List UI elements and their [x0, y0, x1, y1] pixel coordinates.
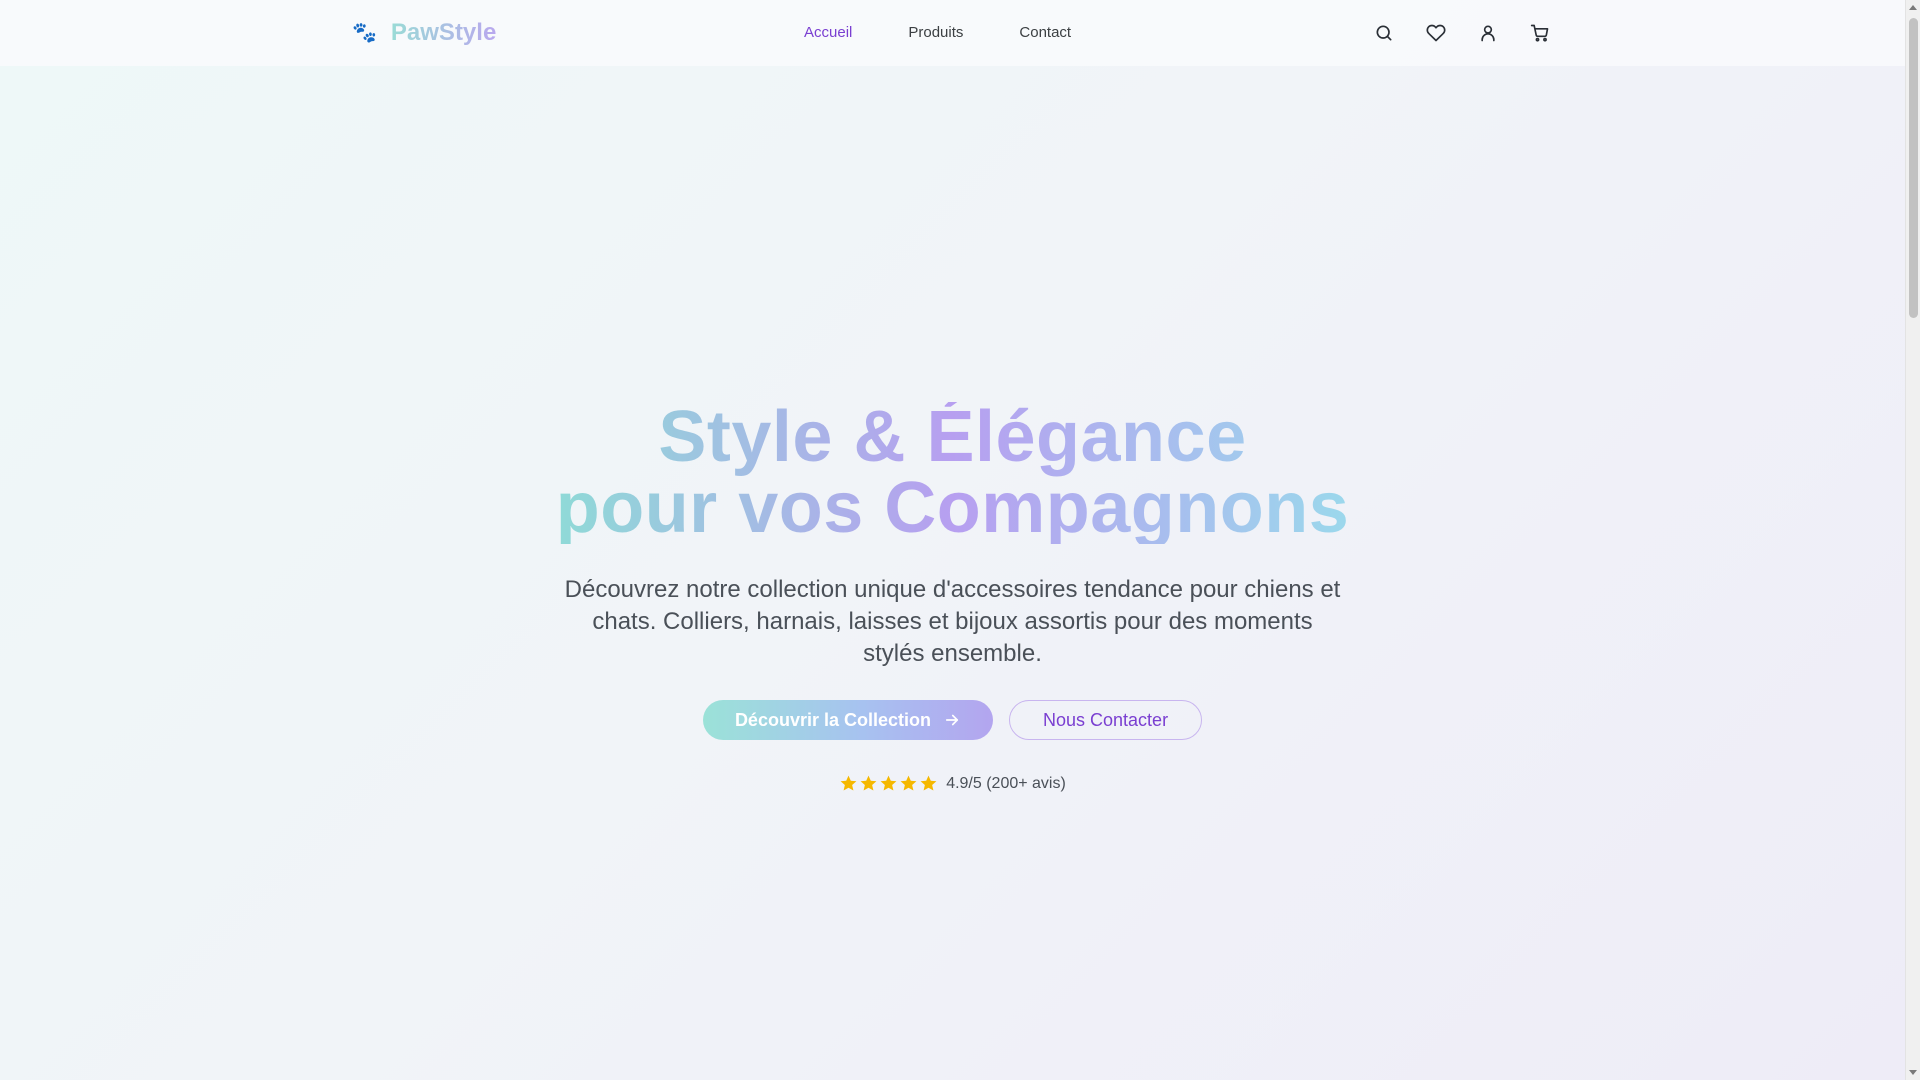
hero-section: Style & Élégance pour vos Compagnons Déc…: [0, 66, 1905, 1080]
star-icon: [880, 775, 897, 791]
nav-link-accueil[interactable]: Accueil: [804, 22, 852, 44]
paw-icon: 🐾: [352, 22, 377, 44]
site-header: 🐾 PawStyle Accueil Produits Contact: [0, 0, 1905, 66]
page: 🐾 PawStyle Accueil Produits Contact Styl…: [0, 0, 1920, 1080]
cart-button[interactable]: [1526, 18, 1554, 48]
nav-link-contact[interactable]: Contact: [1019, 22, 1071, 44]
hero-title-line-1: Style & Élégance: [658, 397, 1247, 477]
hero-title: Style & Élégance pour vos Compagnons: [556, 402, 1350, 544]
heart-icon: [1426, 24, 1446, 42]
star-icon: [860, 775, 877, 791]
scroll-down-icon[interactable]: [1909, 1070, 1917, 1075]
brand-name: PawStyle: [390, 19, 497, 46]
discover-collection-button[interactable]: Découvrir la Collection: [702, 700, 993, 740]
scroll-up-icon[interactable]: [1909, 5, 1917, 10]
wishlist-button[interactable]: [1422, 18, 1450, 48]
page-scrollbar[interactable]: [1905, 0, 1920, 1080]
search-button[interactable]: [1370, 18, 1398, 48]
header-actions: [1370, 18, 1554, 48]
user-icon: [1481, 25, 1495, 42]
arrow-right-icon: [945, 714, 959, 726]
hero-cta-row: Découvrir la Collection Nous Contacter: [702, 700, 1203, 740]
account-button[interactable]: [1474, 18, 1502, 48]
scroll-thumb[interactable]: [1909, 18, 1918, 318]
nav-link-produits[interactable]: Produits: [908, 22, 963, 44]
search-icon: [1376, 25, 1392, 41]
brand-logo[interactable]: 🐾 PawStyle: [352, 18, 496, 48]
contact-us-button[interactable]: Nous Contacter: [1009, 700, 1203, 740]
hero-title-line-2: pour vos Compagnons: [555, 468, 1350, 548]
rating-summary: 4.9/5 (200+ avis): [839, 774, 1066, 793]
rating-text: 4.9/5 (200+ avis): [946, 774, 1066, 792]
rating-stars: [839, 774, 938, 793]
main-nav: Accueil Produits Contact: [804, 22, 1071, 44]
hero-description: Découvrez notre collection unique d'acce…: [564, 576, 1341, 667]
star-icon: [840, 775, 857, 791]
star-icon: [920, 775, 937, 791]
star-icon: [900, 775, 917, 791]
discover-collection-label: Découvrir la Collection: [734, 709, 931, 730]
cart-icon: [1530, 24, 1549, 42]
